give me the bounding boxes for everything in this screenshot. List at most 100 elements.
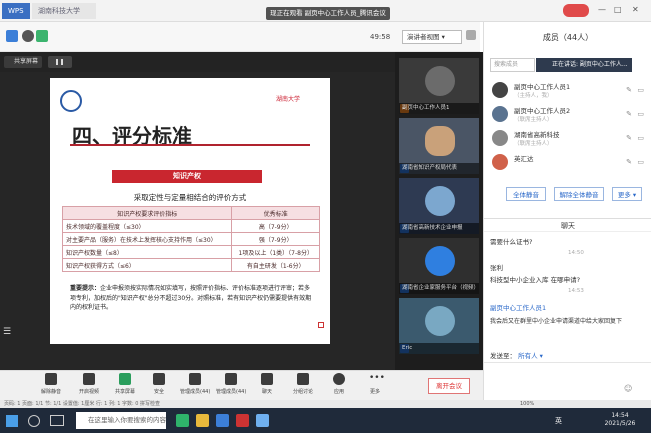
avatar bbox=[492, 154, 508, 170]
video-tile-label: 副页中心工作人员1 bbox=[399, 103, 479, 114]
wps-app-icon[interactable] bbox=[236, 414, 249, 427]
camera-icon[interactable]: ▭ bbox=[637, 134, 644, 142]
more-members-button[interactable]: 更多 ▾ bbox=[612, 187, 642, 201]
user-account-badge[interactable] bbox=[563, 4, 589, 17]
leave-meeting-button[interactable]: 离开会议 bbox=[428, 378, 470, 394]
minimize-icon[interactable]: — bbox=[598, 5, 606, 14]
note-label: 重要提示： bbox=[70, 285, 101, 292]
table-cell: 1项及以上（1类）（7-8分） bbox=[231, 245, 320, 259]
meeting-toolbar: 49:58 演讲者视图 ▾ bbox=[0, 22, 480, 52]
mic-icon[interactable]: ✎ bbox=[626, 158, 632, 166]
search-input[interactable]: 搜索成员 bbox=[490, 58, 535, 72]
video-tile-label: Eric bbox=[399, 343, 479, 354]
windows-taskbar: 在这里输入你要搜索的内容 英 14:54 2021/5/26 bbox=[0, 408, 651, 433]
taskbar-search-input[interactable]: 在这里输入你要搜索的内容 bbox=[76, 412, 166, 429]
send-to-value[interactable]: 所有人 ▾ bbox=[518, 352, 543, 360]
video-tile[interactable]: Eric bbox=[399, 298, 479, 354]
share-status-chip[interactable]: 共享屏幕 bbox=[4, 56, 42, 68]
member-role: （联席主持人） bbox=[514, 117, 553, 123]
invite-button[interactable]: 管理成员(44) bbox=[180, 373, 210, 395]
meeting-controls: 解除静音 开启视频 共享屏幕 安全 管理成员(44) 管理成员(44) 聊天 分… bbox=[0, 370, 483, 400]
tab-wps[interactable]: WPS 文字 bbox=[2, 3, 30, 31]
chat-message: 需要什么证书? bbox=[490, 238, 533, 246]
participants-panel: 成员（44人） 搜索成员 正在讲话: 副页中心工作人... 副页中心工作人员1 … bbox=[483, 22, 651, 400]
chat-input[interactable] bbox=[484, 362, 651, 363]
apps-button[interactable]: 应用 bbox=[324, 373, 354, 395]
unmute-button[interactable]: 解除静音 bbox=[36, 373, 66, 395]
security-button[interactable]: 安全 bbox=[144, 373, 174, 395]
more-button[interactable]: ••• 更多 bbox=[360, 373, 390, 395]
member-row[interactable]: 湖南省高新科技 （联席主持人） ✎ ▭ bbox=[490, 128, 646, 150]
section-band: 知识产权 bbox=[112, 170, 262, 183]
member-name: 英汇达 bbox=[514, 155, 534, 163]
criteria-table: 知识产权要求评价指标 优秀标准 技术领域的覆盖程度（≤30） 高（7-9分） 对… bbox=[61, 206, 320, 272]
mic-icon[interactable]: ✎ bbox=[626, 134, 632, 142]
close-icon[interactable]: ✕ bbox=[632, 5, 639, 14]
table-cell: 技术领域的覆盖程度（≤30） bbox=[61, 219, 233, 233]
signal-icon bbox=[36, 30, 48, 42]
member-row[interactable]: 副页中心工作人员2 （联席主持人） ✎ ▭ bbox=[490, 104, 646, 126]
browser-app-icon[interactable] bbox=[176, 414, 189, 427]
meeting-app-icon[interactable] bbox=[216, 414, 229, 427]
member-name: 副页中心工作人员2 bbox=[514, 107, 571, 115]
zoom-level[interactable]: 100% bbox=[520, 400, 534, 408]
avatar bbox=[425, 246, 455, 276]
pause-share-button[interactable] bbox=[48, 56, 72, 68]
fullscreen-icon[interactable] bbox=[466, 30, 476, 40]
share-screen-button[interactable]: 共享屏幕 bbox=[110, 373, 140, 395]
taskbar-clock[interactable]: 14:54 2021/5/26 bbox=[596, 412, 644, 428]
document-status-bar: 页码: 1 页面: 1/1 节: 1/1 设置值: 1厘米 行: 1 列: 1 … bbox=[0, 400, 651, 408]
note-text: 企业申报须按实际情况如实填写，按照评价指标、评价标准逐项进行评审；若多项专利，加… bbox=[70, 285, 312, 311]
chat-message: 科技型中小企业入库 在哪申请? bbox=[490, 276, 581, 284]
member-row[interactable]: 副页中心工作人员1 （主持人，我） ✎ ▭ bbox=[490, 80, 646, 102]
globe-logo-icon bbox=[60, 90, 82, 112]
video-icon bbox=[83, 373, 95, 385]
member-row[interactable]: 英汇达 ✎ ▭ bbox=[490, 152, 646, 174]
video-tile[interactable]: 副页中心工作人员1 bbox=[399, 58, 479, 114]
emoji-icon[interactable]: ☺ bbox=[624, 384, 632, 393]
table-row: 知识产权获得方式（≤6） 有自主研发（1-6分） bbox=[61, 258, 320, 272]
avatar bbox=[492, 82, 508, 98]
start-video-button[interactable]: 开启视频 bbox=[74, 373, 104, 395]
meeting-window-title: 现正在观看 副页中心工作人员_腾讯会议 bbox=[266, 7, 390, 20]
video-tile[interactable]: 湖南省高新技术企业申报 bbox=[399, 178, 479, 234]
speaking-popup: 正在讲话: 副页中心工作人... bbox=[536, 58, 632, 72]
unmute-all-button[interactable]: 解除全体静音 bbox=[554, 187, 604, 201]
table-row: 知识产权数量（≤8） 1项及以上（1类）（7-8分） bbox=[61, 245, 320, 259]
security-icon[interactable] bbox=[22, 30, 34, 42]
screen-share-bar: 共享屏幕 bbox=[0, 52, 395, 72]
mic-icon[interactable]: ✎ bbox=[626, 86, 632, 94]
task-view-icon[interactable] bbox=[50, 415, 64, 426]
chat-app-icon[interactable] bbox=[256, 414, 269, 427]
video-tile[interactable]: 湖南省企业家服务平台（视频） bbox=[399, 238, 479, 294]
video-tile[interactable]: 湖南省知识产权局代表 bbox=[399, 118, 479, 174]
invite-icon bbox=[189, 373, 201, 385]
slide-subtitle: 采取定性与定量相结合的评价方式 bbox=[133, 193, 247, 202]
manage-members-button[interactable]: 管理成员(44) bbox=[216, 373, 246, 395]
layout-view-button[interactable]: 演讲者视图 ▾ bbox=[402, 30, 462, 44]
avatar bbox=[425, 66, 455, 96]
more-dots-icon: ••• bbox=[369, 373, 385, 383]
windows-start-icon[interactable] bbox=[6, 415, 18, 427]
mute-all-button[interactable]: 全体静音 bbox=[506, 187, 546, 201]
camera-icon[interactable]: ▭ bbox=[637, 158, 644, 166]
breakout-button[interactable]: 分组讨论 bbox=[288, 373, 318, 395]
search-icon[interactable] bbox=[28, 415, 40, 427]
chat-button[interactable]: 聊天 bbox=[252, 373, 282, 395]
window-title-bar: WPS 文字 湖南科技大学 现正在观看 副页中心工作人员_腾讯会议 — □ ✕ bbox=[0, 0, 651, 31]
camera-icon[interactable]: ▭ bbox=[637, 110, 644, 118]
apps-icon bbox=[333, 373, 345, 385]
input-method-indicator[interactable]: 英 bbox=[555, 416, 562, 426]
chat-time: 14:53 bbox=[568, 288, 584, 294]
camera-icon[interactable]: ▭ bbox=[637, 86, 644, 94]
maximize-icon[interactable]: □ bbox=[614, 5, 622, 14]
folder-app-icon[interactable] bbox=[196, 414, 209, 427]
tab-university[interactable]: 湖南科技大学 bbox=[32, 3, 96, 19]
breakout-icon bbox=[297, 373, 309, 385]
mic-icon[interactable]: ✎ bbox=[626, 110, 632, 118]
avatar bbox=[492, 106, 508, 122]
meeting-duration: 49:58 bbox=[370, 33, 391, 41]
menu-lines-icon[interactable]: ☰ bbox=[3, 327, 13, 337]
send-to-selector[interactable]: 发送至： 所有人 ▾ bbox=[490, 350, 646, 360]
meeting-info-icon[interactable] bbox=[6, 30, 18, 42]
